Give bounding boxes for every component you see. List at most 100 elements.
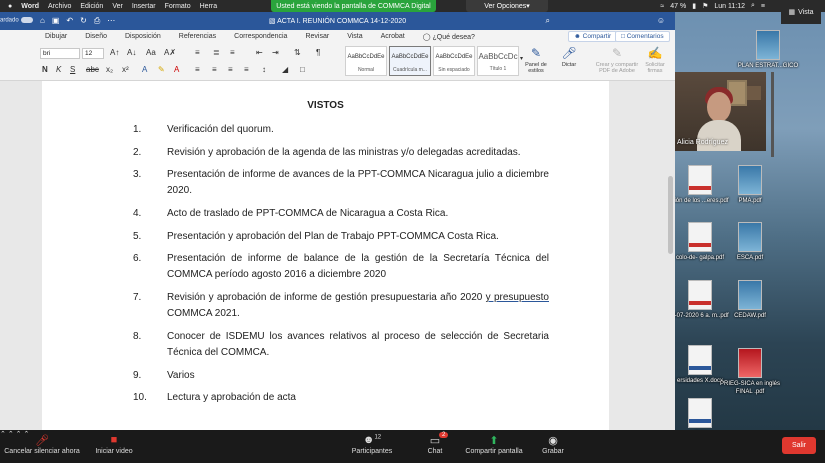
align-right-icon[interactable]: ≡ [228, 65, 233, 74]
participant-name: Alicia Rodríguez [677, 139, 728, 146]
tab-acrobat[interactable]: Acrobat [381, 33, 405, 40]
tab-dibujar[interactable]: Dibujar [45, 33, 67, 40]
grow-font-icon[interactable]: A↑ [110, 48, 119, 57]
desktop-file[interactable]: ESCA.pdf [715, 222, 785, 262]
document-page[interactable]: VISTOS 1. Verificación del quorum. 2. Re… [42, 81, 609, 430]
desktop-file-label: PLAN ESTRAT...GICO [737, 63, 799, 69]
style-sin-espaciado[interactable]: AaBbCcDdEe Sin espaciado [433, 46, 475, 76]
borders-icon[interactable]: □ [300, 65, 305, 74]
style-titulo-1[interactable]: AaBbCcDc Título 1 [477, 46, 519, 76]
superscript-icon[interactable]: x² [122, 65, 129, 74]
tab-diseno[interactable]: Diseño [85, 33, 107, 40]
share-button[interactable]: ☻ Compartir [568, 31, 618, 42]
item-text: Lectura y aprobación de acta [167, 392, 296, 404]
increase-indent-icon[interactable]: ⇥ [272, 48, 279, 57]
participants-label: Participantes [351, 448, 393, 455]
leave-meeting-button[interactable]: Salir [782, 437, 816, 454]
tab-revisar[interactable]: Revisar [305, 33, 329, 40]
menu-list-icon[interactable]: ≡ [761, 3, 765, 10]
create-pdf-button[interactable]: ✎ Crear y compartir PDF de Adobe [594, 46, 640, 74]
tell-me-search[interactable]: ◯ ¿Qué desea? [423, 33, 475, 41]
smiley-icon[interactable]: ☺ [657, 16, 665, 25]
apple-icon[interactable]: ● [8, 3, 12, 10]
bullets-icon[interactable]: ≡ [195, 48, 200, 57]
menu-edicion[interactable]: Edición [80, 3, 103, 10]
menu-ver[interactable]: Ver [112, 3, 123, 10]
font-size-select[interactable]: 12 [82, 48, 104, 59]
align-left-icon[interactable]: ≡ [195, 65, 200, 74]
subscript-icon[interactable]: x₂ [106, 65, 113, 74]
chat-label: Chat [427, 448, 443, 455]
section-heading: VISTOS [307, 100, 344, 111]
comments-button[interactable]: □ Comentarios [615, 31, 670, 42]
unmute-button[interactable]: 🎤︎ Cancelar silenciar ahora [4, 434, 80, 455]
document-title: ▧ ACTA I. REUNIÓN COMMCA 14-12-2020 [0, 17, 675, 25]
shading-icon[interactable]: ◢ [282, 65, 288, 74]
vertical-scrollbar[interactable] [666, 81, 675, 430]
desktop-file[interactable]: PLAN ESTRAT...GICO [733, 30, 803, 70]
vista-button[interactable]: ▦ Vista [781, 0, 821, 24]
comments-label: Comentarios [626, 33, 664, 40]
sort-icon[interactable]: ⇅ [294, 48, 301, 57]
font-name-value: bri [43, 50, 51, 57]
list-item: 9. Varios [133, 368, 549, 384]
font-color-icon[interactable]: A [174, 65, 179, 74]
list-item: 4. Acto de traslado de PPT-COMMCA de Nic… [133, 206, 549, 222]
style-cuadricula[interactable]: AaBbCcDdEe Cuadrícula m... [389, 46, 431, 76]
item-number: 8. [133, 330, 142, 342]
clear-format-icon[interactable]: A✗ [164, 48, 176, 57]
styles-gallery-chevron-icon[interactable]: ▾ [520, 55, 523, 62]
numbering-icon[interactable]: ≣ [213, 48, 220, 57]
participants-button[interactable]: ☻12 Participantes [346, 434, 398, 455]
menu-insertar[interactable]: Insertar [132, 3, 156, 10]
desktop-file[interactable]: PRIEG-SICA en inglés FINAL .pdf [715, 348, 785, 396]
align-center-icon[interactable]: ≡ [212, 65, 217, 74]
search-icon[interactable]: ⌕ [546, 16, 550, 26]
record-button[interactable]: ◉ Grabar [538, 434, 568, 455]
desktop-file[interactable]: CEDAW.pdf [715, 280, 785, 320]
decrease-indent-icon[interactable]: ⇤ [256, 48, 263, 57]
request-signatures-button[interactable]: ✍ Solicitar firmas [641, 46, 669, 74]
multilevel-list-icon[interactable]: ≡ [230, 48, 235, 57]
tab-vista[interactable]: Vista [347, 33, 362, 40]
tab-correspondencia[interactable]: Correspondencia [234, 33, 287, 40]
text-effects-icon[interactable]: A [142, 65, 147, 74]
video-panel-scrollbar[interactable] [771, 72, 774, 157]
font-name-select[interactable]: bri [40, 48, 80, 59]
item-number: 7. [133, 292, 142, 304]
highlight-icon[interactable]: ✎ [158, 65, 165, 74]
tab-disposicion[interactable]: Disposición [125, 33, 161, 40]
menu-archivo[interactable]: Archivo [48, 3, 71, 10]
styles-pane-button[interactable]: ✎ Panel de estilos [524, 46, 548, 74]
menu-app-word[interactable]: Word [21, 3, 39, 10]
share-screen-button[interactable]: ⬆ Compartir pantalla [458, 434, 530, 455]
style-normal[interactable]: AaBbCcDdEe Normal [345, 46, 387, 76]
change-case-icon[interactable]: Aa [146, 48, 156, 57]
list-item: 8. Conocer de ISDEMU los avances relativ… [133, 329, 549, 361]
menu-herramientas[interactable]: Herra [200, 3, 218, 10]
italic-icon[interactable]: K [56, 65, 61, 74]
strikethrough-icon[interactable]: abc [86, 65, 99, 74]
underline-icon[interactable]: S [70, 65, 75, 74]
bold-icon[interactable]: N [42, 65, 48, 74]
share-label: Compartir [582, 33, 612, 40]
wifi-icon[interactable]: ≈ [660, 3, 664, 10]
scrollbar-thumb[interactable] [668, 176, 673, 254]
tab-referencias[interactable]: Referencias [179, 33, 216, 40]
zoom-control-bar: 🎤︎ Cancelar silenciar ahora ⌃ ■ Iniciar … [0, 430, 825, 463]
item-text: Revisión y aprobación de informe de gest… [167, 290, 549, 322]
view-options-button[interactable]: Ver Opciones ▾ [466, 0, 548, 12]
tell-me-label: ¿Qué desea? [432, 33, 475, 41]
start-video-button[interactable]: ■ Iniciar video [88, 434, 140, 455]
desktop-file[interactable]: PMA.pdf [715, 165, 785, 205]
battery-icon[interactable]: ▮ [692, 2, 696, 10]
pilcrow-icon[interactable]: ¶ [316, 48, 320, 57]
flag-icon[interactable]: ⚑ [702, 2, 708, 10]
list-item: 10. Lectura y aprobación de acta [133, 390, 549, 406]
search-icon[interactable]: ⌕ [751, 2, 755, 10]
menu-formato[interactable]: Formato [165, 3, 191, 10]
line-spacing-icon[interactable]: ↕ [262, 65, 266, 74]
shrink-font-icon[interactable]: A↓ [127, 48, 136, 57]
justify-icon[interactable]: ≡ [244, 65, 249, 74]
dictate-button[interactable]: 🎤︎ Dictar [556, 46, 582, 68]
